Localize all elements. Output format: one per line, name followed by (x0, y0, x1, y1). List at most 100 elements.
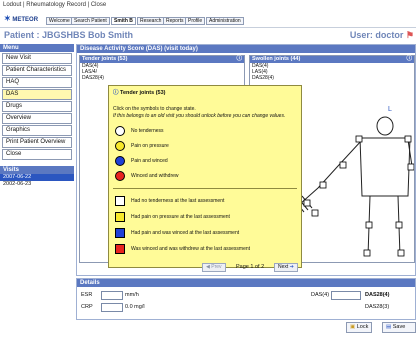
visit-item[interactable]: 2002-06-23 (0, 181, 74, 188)
page-indicator: Page 1 of 2 (236, 264, 265, 270)
logo-mark-icon: ✶ (4, 14, 11, 23)
esr-label: ESR (81, 292, 93, 298)
legend-symbol-last-no-tenderness[interactable] (115, 196, 125, 206)
legend-label: Pain and winced (131, 158, 168, 164)
save-button[interactable]: ▤ Save (382, 322, 416, 333)
joint-square[interactable] (339, 161, 347, 169)
menu-print-patient-overview[interactable]: Print Patient Overview (2, 137, 72, 148)
side-label-left: L (388, 106, 392, 113)
legend-symbol-last-winced-and-withdrew[interactable] (115, 244, 125, 254)
arrow-right-icon: ➔ (289, 264, 294, 270)
menu-haq[interactable]: HAQ (2, 77, 72, 88)
popup-title-text: Tender joints (53) (120, 90, 166, 96)
popup-instruction: Click on the symbols to change state. (113, 106, 196, 112)
tender-joints-title: Tender joints (53) (82, 56, 128, 62)
sidebar: Menu New Visit Patient Characteristics H… (0, 44, 74, 334)
patient-title: Patient : JBGSHBS Bob Smith (4, 30, 134, 40)
logo-text: METEOR (12, 17, 39, 23)
legend-symbol-winced-and-withdrew[interactable] (115, 171, 125, 181)
legend-label: Pain on pressure (131, 143, 169, 149)
joint-homunculus (293, 116, 414, 257)
joint-square[interactable] (365, 221, 373, 229)
top-links[interactable]: Lodout | Rheumatology Record | Close (0, 0, 416, 10)
user-label: User: doctor ⚑ (350, 30, 414, 41)
visit-item[interactable]: 2007-06-22 (0, 174, 74, 181)
joint-square[interactable] (319, 181, 327, 189)
joint-square[interactable] (407, 163, 414, 171)
joint-square[interactable] (355, 135, 363, 143)
prev-page-button[interactable]: ◀ Prev (202, 263, 226, 272)
info-icon[interactable]: ⓘ (236, 56, 242, 63)
tab-search-patient[interactable]: Search Patient (71, 17, 110, 25)
lock-icon: ▣ (350, 324, 356, 330)
info-icon: ⓘ (113, 90, 119, 96)
crp-unit: 0.0 mg/l (125, 304, 145, 310)
details-header: Details (77, 279, 415, 287)
legend-symbol-pain-and-winced[interactable] (115, 156, 125, 166)
legend-label: Had pain and was winced at the last asse… (131, 230, 240, 236)
das4-value (331, 291, 361, 300)
tab-patient[interactable]: Smith B (111, 17, 136, 25)
arrow-left-icon: ◀ (206, 264, 210, 270)
das4-label: DAS(4) (311, 292, 330, 298)
menu-drugs[interactable]: Drugs (2, 101, 72, 112)
details-panel: Details ESR mm/h CRP 0.0 mg/l DAS(4) DAS… (76, 278, 416, 320)
legend-label: Winced and withdrew (131, 173, 179, 179)
menu-close[interactable]: Close (2, 149, 72, 160)
swollen-das28: DAS28(4) (252, 75, 274, 81)
app-logo: ✶ METEOR (4, 14, 44, 24)
menu-graphics[interactable]: Graphics (2, 125, 72, 136)
tab-research[interactable]: Research (137, 17, 165, 25)
prev-label: Prev (211, 264, 222, 270)
tab-profile[interactable]: Profile (185, 17, 206, 25)
menu-header: Menu (0, 44, 74, 52)
menu-overview[interactable]: Overview (2, 113, 72, 124)
lock-label: Lock (356, 324, 369, 330)
tender-joints-legend-popup: ⓘ Tender joints (53) Click on the symbol… (108, 85, 302, 268)
joint-square[interactable] (311, 209, 319, 217)
pager: ◀ Prev Page 1 of 2 Next ➔ (76, 262, 416, 274)
tender-joints-header: Tender joints (53) ⓘ (80, 56, 244, 63)
joint-square[interactable] (303, 199, 311, 207)
legend-label: Had pain on pressure at the last assessm… (131, 214, 230, 220)
legend-label: No tenderness (131, 128, 164, 134)
next-label: Next (278, 264, 289, 270)
user-flag-icon: ⚑ (405, 30, 414, 40)
popup-note: If this belongs to an old visit you shou… (113, 113, 286, 119)
save-icon: ▤ (386, 324, 392, 330)
das28-label: DAS28(4) (365, 292, 390, 298)
crp-label: CRP (81, 304, 93, 310)
esr-unit: mm/h (125, 292, 139, 298)
legend-label: Had no tenderness at the last assessment (131, 198, 225, 204)
legend-label: Was winced and was withdrew at the last … (131, 246, 251, 252)
popup-title: ⓘ Tender joints (53) (113, 88, 165, 96)
app-toolbar: ✶ METEOR Welcome Search Patient Smith B … (0, 10, 416, 28)
esr-input[interactable] (101, 291, 123, 300)
joint-square[interactable] (363, 249, 371, 257)
joint-square[interactable] (397, 249, 405, 257)
legend-symbol-last-pain-on-pressure[interactable] (115, 212, 125, 222)
info-icon[interactable]: ⓘ (406, 56, 412, 63)
menu-das[interactable]: DAS (2, 89, 72, 100)
next-page-button[interactable]: Next ➔ (274, 263, 298, 272)
tab-administration[interactable]: Administration (206, 17, 244, 25)
joint-square[interactable] (395, 221, 403, 229)
tab-welcome[interactable]: Welcome (46, 17, 73, 25)
joint-square[interactable] (404, 135, 412, 143)
tender-das28: DAS28(4) (82, 75, 104, 81)
lock-button[interactable]: ▣ Lock (346, 322, 373, 333)
swollen-joints-title: Swollen joints (44) (252, 56, 301, 62)
legend-symbol-last-pain-and-winced[interactable] (115, 228, 125, 238)
das-header: Disease Activity Score (DAS) (visit toda… (77, 45, 415, 53)
tab-reports[interactable]: Reports (163, 17, 187, 25)
crp-input[interactable] (101, 303, 123, 312)
menu-new-visit[interactable]: New Visit (2, 53, 72, 64)
menu-patient-characteristics[interactable]: Patient Characteristics (2, 65, 72, 76)
legend-symbol-pain-on-pressure[interactable] (115, 141, 125, 151)
save-label: Save (392, 324, 406, 330)
visits-header: Visits (0, 166, 74, 174)
das28-3-label: DAS28(3) (365, 304, 390, 310)
legend-divider (113, 188, 297, 189)
user-name: User: doctor (349, 30, 404, 40)
legend-symbol-no-tenderness[interactable] (115, 126, 125, 136)
